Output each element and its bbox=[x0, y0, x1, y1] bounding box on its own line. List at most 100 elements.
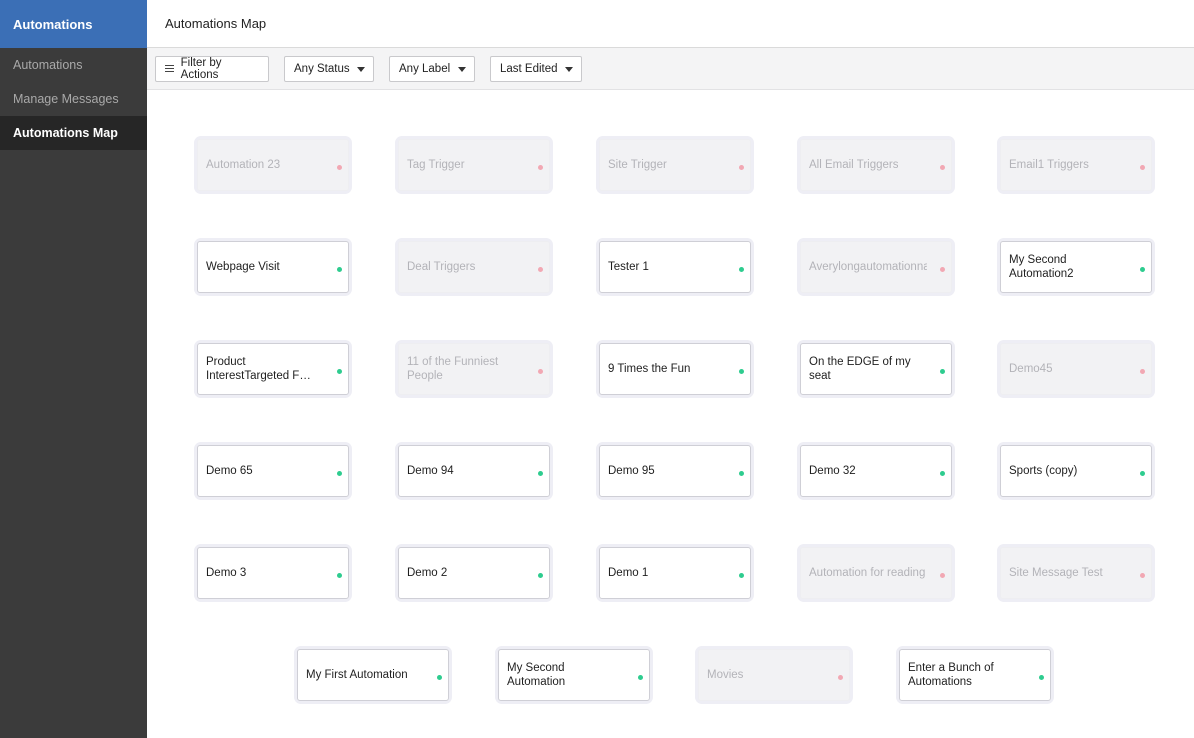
automation-card[interactable]: My Second Automation bbox=[498, 649, 650, 701]
automation-name-text: Demo 32 bbox=[809, 465, 856, 477]
automation-card-name: Tag Trigger bbox=[407, 140, 525, 190]
automation-card-frame: Enter a Bunch of Automations bbox=[896, 646, 1054, 704]
automation-card[interactable]: On the EDGE of my seat bbox=[800, 343, 952, 395]
filter-by-actions-button[interactable]: Filter by Actions bbox=[155, 56, 269, 82]
status-inactive-dot bbox=[538, 369, 543, 374]
automation-card-frame: Automation for reading bbox=[797, 544, 955, 602]
automation-card[interactable]: Tester 1 bbox=[599, 241, 751, 293]
filter-bar: Filter by Actions Any Status Any Label L… bbox=[147, 48, 1194, 90]
status-active-dot bbox=[940, 369, 945, 374]
automation-card[interactable]: Tag Trigger bbox=[398, 139, 550, 191]
automation-card-frame: Demo 1 bbox=[596, 544, 754, 602]
automation-card[interactable]: Deal Triggers bbox=[398, 241, 550, 293]
automation-name-text: Deal Triggers bbox=[407, 261, 476, 273]
status-inactive-dot bbox=[538, 165, 543, 170]
status-active-dot bbox=[337, 369, 342, 374]
automation-card-name: 11 of the Funniest People bbox=[407, 344, 525, 394]
automation-card[interactable]: Automation 23 bbox=[197, 139, 349, 191]
automation-card[interactable]: 11 of the Funniest People bbox=[398, 343, 550, 395]
automation-card[interactable]: Demo45 bbox=[1000, 343, 1152, 395]
automation-card-name: Automation 23 bbox=[206, 140, 324, 190]
status-dropdown[interactable]: Any Status bbox=[284, 56, 374, 82]
status-active-dot bbox=[337, 471, 342, 476]
automation-card[interactable]: Product InterestTargeted F… bbox=[197, 343, 349, 395]
automation-name-text: 9 Times the Fun bbox=[608, 363, 691, 375]
automation-card[interactable]: 9 Times the Fun bbox=[599, 343, 751, 395]
chevron-down-icon bbox=[458, 67, 466, 72]
automation-card-frame: Demo 3 bbox=[194, 544, 352, 602]
automation-card-frame: Demo 65 bbox=[194, 442, 352, 500]
sort-dropdown[interactable]: Last Edited bbox=[490, 56, 582, 82]
automation-card-name: Demo45 bbox=[1009, 344, 1127, 394]
filter-icon bbox=[165, 65, 175, 73]
automation-name-text: Demo 95 bbox=[608, 465, 655, 477]
status-active-dot bbox=[437, 675, 442, 680]
automation-card[interactable]: My First Automation bbox=[297, 649, 449, 701]
status-active-dot bbox=[1039, 675, 1044, 680]
automation-name-text: Demo45 bbox=[1009, 363, 1053, 375]
automation-name-text: Demo 1 bbox=[608, 567, 649, 579]
automation-card[interactable]: All Email Triggers bbox=[800, 139, 952, 191]
automation-card-name: All Email Triggers bbox=[809, 140, 927, 190]
automation-card[interactable]: Enter a Bunch of Automations bbox=[899, 649, 1051, 701]
automation-name-text: Demo 3 bbox=[206, 567, 247, 579]
automation-card[interactable]: Movies bbox=[698, 649, 850, 701]
sidebar-item-automations[interactable]: Automations bbox=[0, 48, 147, 82]
automation-card[interactable]: Demo 95 bbox=[599, 445, 751, 497]
automation-card[interactable]: Demo 1 bbox=[599, 547, 751, 599]
automation-card-frame: My First Automation bbox=[294, 646, 452, 704]
automation-card-frame: Demo 2 bbox=[395, 544, 553, 602]
automation-card[interactable]: Demo 32 bbox=[800, 445, 952, 497]
automation-card[interactable]: Sports (copy) bbox=[1000, 445, 1152, 497]
automation-name-text: Sports (copy) bbox=[1009, 465, 1078, 477]
page-header: Automations Map bbox=[147, 0, 1194, 48]
automation-card-frame: 11 of the Funniest People bbox=[395, 340, 553, 398]
status-active-dot bbox=[739, 267, 744, 272]
status-inactive-dot bbox=[838, 675, 843, 680]
automation-card-frame: Email1 Triggers bbox=[997, 136, 1155, 194]
automation-card-frame: My Second Automation2 bbox=[997, 238, 1155, 296]
automation-card[interactable]: Demo 3 bbox=[197, 547, 349, 599]
chevron-down-icon bbox=[357, 67, 365, 72]
automations-map: Automation 23 Tag Trigger Site Trigger All … bbox=[147, 90, 1194, 738]
automation-name-text: Tester 1 bbox=[608, 261, 649, 273]
status-active-dot bbox=[739, 369, 744, 374]
automation-card-name: Demo 65 bbox=[206, 446, 324, 496]
automation-card-name: Demo 3 bbox=[206, 548, 324, 598]
sidebar-item-automations-map[interactable]: Automations Map bbox=[0, 116, 147, 150]
sidebar-header[interactable]: Automations bbox=[0, 0, 147, 48]
automation-card-frame: Webpage Visit bbox=[194, 238, 352, 296]
automation-card[interactable]: Webpage Visit bbox=[197, 241, 349, 293]
automation-card[interactable]: Averylongautomationnametodosome… bbox=[800, 241, 952, 293]
automation-card-frame: Site Trigger bbox=[596, 136, 754, 194]
automation-name-text: Email1 Triggers bbox=[1009, 159, 1089, 171]
automation-card-name: Averylongautomationnametodosome… bbox=[809, 242, 927, 292]
automation-card-frame: Averylongautomationnametodosome… bbox=[797, 238, 955, 296]
automation-name-text: Averylongautomationnametodosome… bbox=[809, 261, 927, 273]
automation-card[interactable]: Demo 2 bbox=[398, 547, 550, 599]
status-inactive-dot bbox=[337, 165, 342, 170]
automation-card-name: Webpage Visit bbox=[206, 242, 324, 292]
automation-card[interactable]: Site Trigger bbox=[599, 139, 751, 191]
automation-name-text: 11 of the Funniest People bbox=[407, 356, 499, 382]
automation-card-name: Movies bbox=[707, 650, 825, 700]
automation-card[interactable]: My Second Automation2 bbox=[1000, 241, 1152, 293]
automation-card-frame: Demo 95 bbox=[596, 442, 754, 500]
sidebar-item-manage-messages[interactable]: Manage Messages bbox=[0, 82, 147, 116]
automation-card[interactable]: Demo 94 bbox=[398, 445, 550, 497]
automation-card[interactable]: Demo 65 bbox=[197, 445, 349, 497]
automation-card[interactable]: Automation for reading bbox=[800, 547, 952, 599]
automation-card[interactable]: Site Message Test bbox=[1000, 547, 1152, 599]
automation-card-name: Demo 95 bbox=[608, 446, 726, 496]
automation-card-frame: Deal Triggers bbox=[395, 238, 553, 296]
status-inactive-dot bbox=[940, 573, 945, 578]
automation-card[interactable]: Email1 Triggers bbox=[1000, 139, 1152, 191]
automation-card-name: Site Trigger bbox=[608, 140, 726, 190]
automation-card-name: Sports (copy) bbox=[1009, 446, 1127, 496]
status-active-dot bbox=[638, 675, 643, 680]
automation-card-name: Tester 1 bbox=[608, 242, 726, 292]
automation-card-frame: Demo 32 bbox=[797, 442, 955, 500]
automation-card-frame: Product InterestTargeted F… bbox=[194, 340, 352, 398]
label-dropdown[interactable]: Any Label bbox=[389, 56, 475, 82]
automation-name-text: My First Automation bbox=[306, 669, 408, 681]
